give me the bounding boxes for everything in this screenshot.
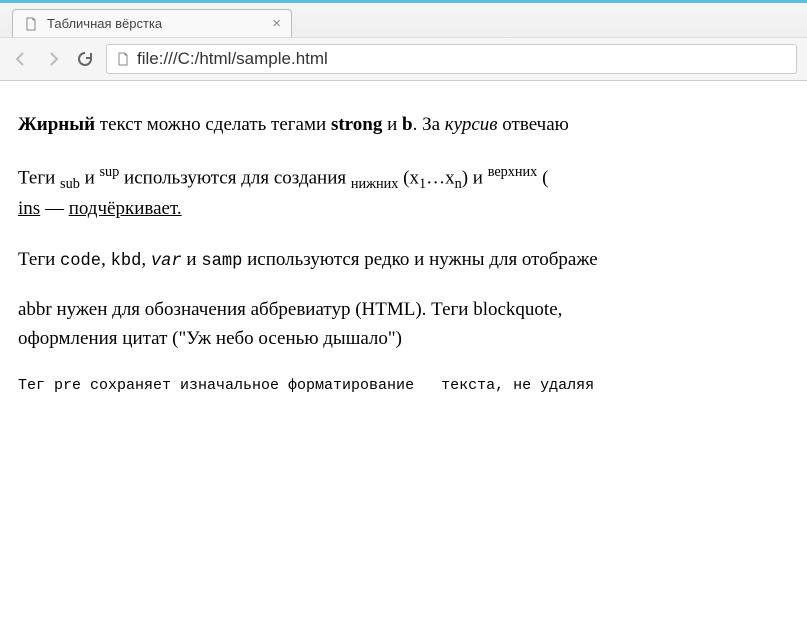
page-icon	[23, 16, 39, 32]
tab-bar: Табличная вёрстка ×	[0, 3, 807, 37]
page-icon	[115, 51, 131, 67]
paragraph-subsup: Теги sub и sup используются для создания…	[18, 162, 789, 224]
reload-button[interactable]	[74, 48, 96, 70]
paragraph-code: Теги code, kbd, var и samp используются …	[18, 246, 789, 275]
close-icon[interactable]: ×	[272, 16, 281, 31]
paragraph-bold: Жирный текст можно сделать тегами strong…	[18, 111, 789, 140]
browser-chrome: Табличная вёрстка × file:///C:/html/samp…	[0, 3, 807, 81]
ins-tag: ins	[18, 198, 40, 219]
address-bar[interactable]: file:///C:/html/sample.html	[106, 44, 797, 74]
browser-tab[interactable]: Табличная вёрстка ×	[12, 9, 292, 37]
forward-button[interactable]	[42, 48, 64, 70]
url-text: file:///C:/html/sample.html	[137, 49, 328, 69]
var-tag: var	[151, 252, 182, 271]
tab-title: Табличная вёрстка	[47, 16, 162, 31]
code-tag: code	[60, 252, 101, 271]
strong-tag: strong	[331, 114, 382, 135]
bold-word: Жирный	[18, 114, 95, 135]
sup-tag: sup	[100, 164, 120, 180]
b-tag: b	[402, 114, 413, 135]
kbd-tag: kbd	[111, 252, 142, 271]
samp-tag: samp	[201, 252, 242, 271]
back-button[interactable]	[10, 48, 32, 70]
paragraph-abbr: abbr нужен для обозначения аббревиатур (…	[18, 296, 789, 353]
italic-word: курсив	[445, 114, 498, 135]
toolbar: file:///C:/html/sample.html	[0, 37, 807, 80]
sub-tag: sub	[60, 176, 80, 192]
page-content: Жирный текст можно сделать тегами strong…	[0, 81, 807, 428]
pre-block: Тег pre сохраняет изначальное форматиров…	[18, 375, 789, 398]
